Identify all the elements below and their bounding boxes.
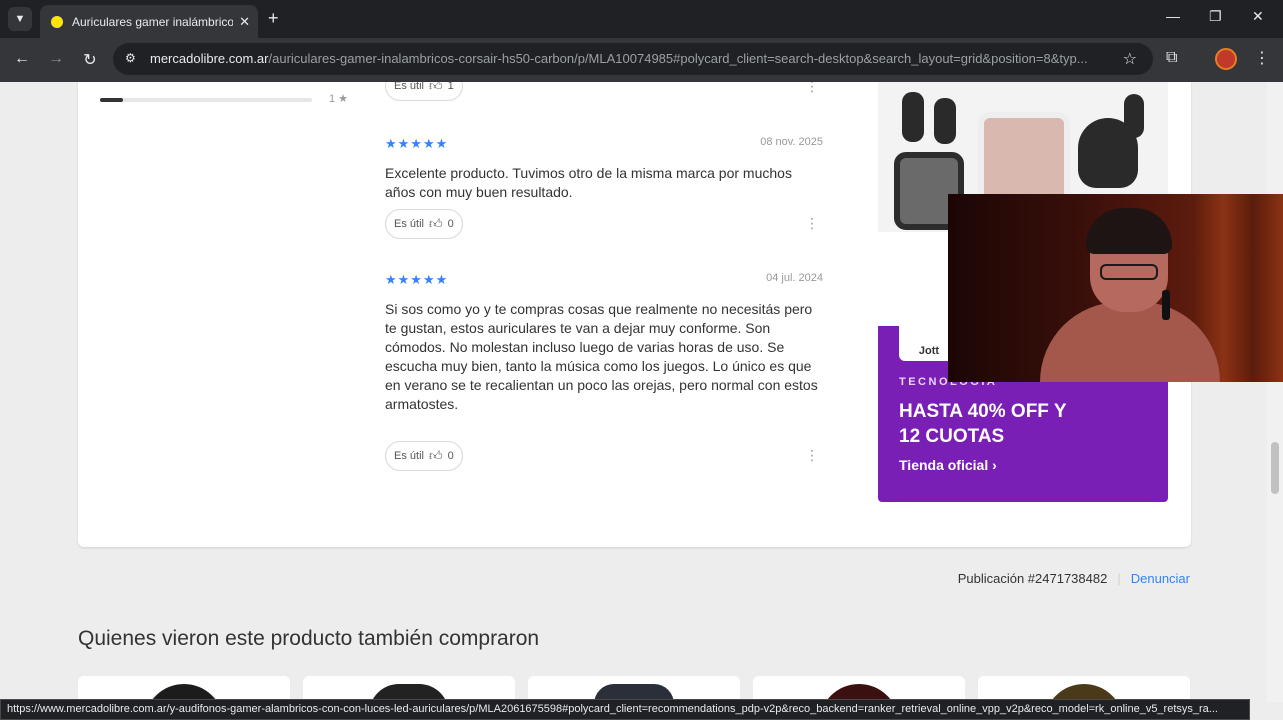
earbud-shape [934,98,956,144]
thumbs-up-icon: 👍︎ [428,216,443,231]
ad-headline-line: HASTA 40% OFF Y [899,401,1067,422]
scrollbar-thumb[interactable] [1271,442,1279,494]
bookmark-star-icon[interactable]: ☆ [1123,49,1137,69]
earbud-shape [902,92,924,142]
ad-cta-label: Tienda oficial [899,457,989,473]
review-date: 08 nov. 2025 [760,136,823,148]
thumbs-up-icon: 👍︎ [428,448,443,463]
url-path: /auriculares-gamer-inalambricos-corsair-… [268,51,1088,66]
review-options-icon[interactable]: ⋮ [805,447,819,464]
useful-label: Es útil [394,218,424,230]
browser-toolbar: ← → ↻ ⚙ mercadolibre.com.ar/auriculares-… [0,38,1283,82]
review-text: Si sos como yo y te compras cosas que re… [385,301,818,412]
review-stars: ★★★★★ [385,136,449,151]
separator: | [1117,571,1121,586]
review-options-icon[interactable]: ⋮ [805,82,819,95]
tab-close-icon[interactable]: ✕ [239,14,250,30]
webcam-glasses [1100,264,1158,280]
forward-button[interactable]: → [46,50,66,68]
review-text: Excelente producto. Tuvimos otro de la m… [385,165,792,200]
publication-number: Publicación #2471738482 [957,571,1108,586]
site-info-icon[interactable]: ⚙ [125,51,136,65]
rating-label-1-star: 1 ★ [329,93,349,105]
ad-headline-line: 12 CUOTAS [899,426,1005,447]
tab-title: Auriculares gamer inalámbricos [72,14,234,29]
extensions-puzzle-icon[interactable]: ⧉ [1166,49,1177,67]
thumbs-up-icon: 👍︎ [428,82,443,93]
webcam-overlay [948,194,1283,382]
ad-official-store-link[interactable]: Tienda oficial › [899,457,997,473]
useful-count: 0 [447,450,454,462]
rating-label-2-stars: 2 ★ [329,82,348,85]
browser-tab[interactable]: Auriculares gamer inalámbricos ✕ [40,5,258,38]
page-scrollbar[interactable] [1267,82,1283,702]
minimize-button[interactable]: — [1166,8,1180,24]
address-url[interactable]: mercadolibre.com.ar/auriculares-gamer-in… [150,51,1112,66]
recommendations-title: Quienes vieron este producto también com… [78,627,540,650]
publication-row: Publicación #2471738482 | Denunciar [958,571,1190,586]
url-host: mercadolibre.com.ar [150,51,269,66]
useful-label: Es útil [394,82,424,92]
window-close-button[interactable]: ✕ [1252,8,1264,25]
profile-avatar[interactable] [1215,48,1237,70]
new-tab-button[interactable]: + [268,8,279,29]
page-content: 2 ★ 1 ★ Es útil 👍︎ 1 ⋮ ★★★★★ 08 nov. 202… [0,82,1283,720]
maximize-button[interactable]: ❐ [1209,8,1222,25]
webcam-headset-mic [1162,290,1170,320]
report-link[interactable]: Denunciar [1131,571,1190,586]
useful-count: 1 [447,82,454,92]
reload-button[interactable]: ↻ [80,50,100,70]
useful-button[interactable]: Es útil 👍︎ 1 [385,82,463,101]
review-item: ★★★★★ 04 jul. 2024 Si sos como yo y te c… [385,272,823,414]
browser-tab-bar: ▼ Auriculares gamer inalámbricos ✕ + — ❐… [0,0,1283,38]
rating-bar-fill [100,98,124,102]
ad-headline: HASTA 40% OFF Y 12 CUOTAS [899,399,1067,449]
useful-label: Es útil [394,450,424,462]
browser-menu-icon[interactable]: ⋮ [1254,48,1270,68]
back-button[interactable]: ← [12,50,32,68]
rating-bar-1-star [100,98,312,102]
address-bar[interactable]: ⚙ mercadolibre.com.ar/auriculares-gamer-… [113,43,1153,75]
tab-search-button[interactable]: ▼ [8,7,32,31]
useful-button[interactable]: Es útil 👍︎ 0 [385,441,463,471]
review-options-icon[interactable]: ⋮ [805,215,819,232]
mercadolibre-favicon-icon [50,14,64,29]
chevron-right-icon: › [992,457,997,473]
useful-button[interactable]: Es útil 👍︎ 0 [385,209,463,239]
earbud-shape [1124,94,1144,138]
review-date: 04 jul. 2024 [766,272,823,284]
useful-count: 0 [447,218,454,230]
review-stars: ★★★★★ [385,272,449,287]
review-item: ★★★★★ 08 nov. 2025 Excelente producto. T… [385,136,823,202]
link-preview-status-bar: https://www.mercadolibre.com.ar/y-audifo… [0,699,1250,720]
